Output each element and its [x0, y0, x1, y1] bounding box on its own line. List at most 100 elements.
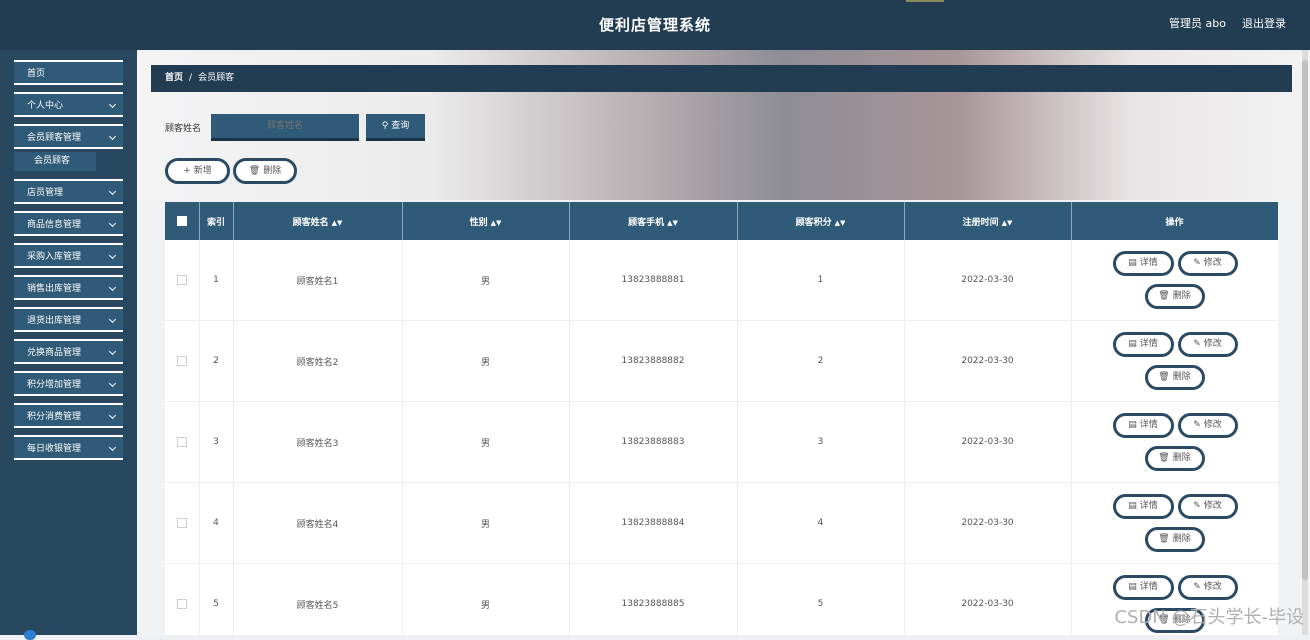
- edit-button[interactable]: ✎ 修改: [1177, 332, 1238, 357]
- detail-button-label: 详情: [1139, 582, 1158, 592]
- edit-button[interactable]: ✎ 修改: [1177, 494, 1238, 519]
- sort-icon[interactable]: ▲▼: [491, 219, 502, 227]
- detail-button[interactable]: ▤ 详情: [1112, 575, 1174, 600]
- column-header-label: 注册时间: [962, 217, 999, 228]
- cell-gender: 男: [402, 240, 570, 321]
- column-header-label: 性别: [469, 217, 488, 228]
- delete-button[interactable]: 🗑 删除: [1144, 446, 1205, 471]
- add-button-label: 新增: [193, 166, 212, 176]
- cell-actions: ▤ 详情 ✎ 修改 🗑 删除: [1071, 482, 1278, 564]
- batch-delete-button[interactable]: 🗑 删除: [233, 158, 297, 184]
- table-row: 5 顾客姓名5 男 13823888885 5 2022-03-30 ▤ 详情 ✎…: [165, 563, 1278, 635]
- search-label: 顾客姓名: [165, 124, 202, 134]
- search-input[interactable]: [211, 114, 359, 141]
- logout-link[interactable]: 退出登录: [1242, 0, 1286, 48]
- sidebar-item-exchange-management[interactable]: 兑换商品管理: [14, 339, 123, 364]
- row-select-cell[interactable]: [165, 401, 200, 483]
- search-button[interactable]: ⚲ 查询: [366, 114, 425, 141]
- detail-button[interactable]: ▤ 详情: [1112, 332, 1174, 357]
- sort-icon[interactable]: ▲▼: [835, 219, 846, 227]
- top-header: 便利店管理系统 管理员 abo 退出登录: [0, 0, 1310, 50]
- column-header-phone[interactable]: 顾客手机 ▲▼: [569, 202, 738, 240]
- sidebar-indicator-dot: [24, 630, 36, 640]
- row-select-cell[interactable]: [165, 563, 200, 635]
- trash-icon: 🗑: [1158, 291, 1170, 301]
- sidebar-item-clerk-management[interactable]: 店员管理: [14, 179, 123, 204]
- row-checkbox[interactable]: [176, 274, 187, 285]
- row-checkbox[interactable]: [176, 355, 187, 366]
- cell-name: 顾客姓名1: [233, 240, 403, 321]
- cell-phone: 13823888881: [569, 240, 738, 321]
- edit-button[interactable]: ✎ 修改: [1177, 413, 1238, 438]
- sidebar-subitem-member-customer[interactable]: 会员顾客: [14, 152, 96, 171]
- sidebar-item-return-management[interactable]: 退货出库管理: [14, 307, 123, 332]
- delete-button[interactable]: 🗑 删除: [1144, 284, 1205, 309]
- chevron-down-icon: [108, 347, 117, 356]
- delete-button-label: 删除: [1172, 453, 1191, 463]
- sidebar-item-label: 销售出库管理: [27, 284, 82, 294]
- select-all-cell[interactable]: [165, 202, 200, 240]
- breadcrumb-home[interactable]: 首页: [165, 73, 183, 83]
- delete-button[interactable]: 🗑 删除: [1144, 527, 1205, 552]
- table-row: 4 顾客姓名4 男 13823888884 4 2022-03-30 ▤ 详情 ✎…: [165, 482, 1278, 564]
- sidebar-item-personal-center[interactable]: 个人中心: [14, 92, 123, 117]
- column-header-label: 索引: [206, 217, 225, 228]
- delete-button-label: 删除: [1172, 291, 1191, 301]
- sidebar-item-label: 积分增加管理: [27, 380, 82, 390]
- scrollbar-thumb[interactable]: [1302, 60, 1308, 580]
- cell-name: 顾客姓名3: [233, 401, 403, 483]
- detail-button[interactable]: ▤ 详情: [1112, 494, 1174, 519]
- sidebar-item-points-spend-management[interactable]: 积分消费管理: [14, 403, 123, 428]
- select-all-checkbox[interactable]: [176, 215, 187, 226]
- column-header-date[interactable]: 注册时间 ▲▼: [904, 202, 1072, 240]
- detail-button[interactable]: ▤ 详情: [1112, 251, 1174, 276]
- sidebar: 首页 个人中心 会员顾客管理 会员顾客 店员管理 商品信息管理 采购入库管理 销…: [0, 50, 137, 640]
- detail-button[interactable]: ▤ 详情: [1112, 413, 1174, 438]
- delete-button[interactable]: 🗑 删除: [1144, 365, 1205, 390]
- chevron-down-icon: [108, 100, 117, 109]
- cell-points: 1: [737, 240, 905, 321]
- sidebar-item-product-management[interactable]: 商品信息管理: [14, 211, 123, 236]
- row-select-cell[interactable]: [165, 482, 200, 564]
- edit-button[interactable]: ✎ 修改: [1177, 251, 1238, 276]
- chevron-down-icon: [108, 251, 117, 260]
- detail-button-label: 详情: [1139, 339, 1158, 349]
- cell-name: 顾客姓名2: [233, 320, 403, 402]
- table-row: 3 顾客姓名3 男 13823888883 3 2022-03-30 ▤ 详情 ✎…: [165, 401, 1278, 483]
- pencil-icon: ✎: [1193, 582, 1201, 592]
- column-header-actions: 操作: [1071, 202, 1278, 240]
- row-select-cell[interactable]: [165, 240, 200, 321]
- edit-button[interactable]: ✎ 修改: [1177, 575, 1238, 600]
- cell-points: 4: [737, 482, 905, 564]
- breadcrumb: 首页 / 会员顾客: [151, 65, 1292, 92]
- sort-icon[interactable]: ▲▼: [1002, 219, 1013, 227]
- sidebar-item-purchase-management[interactable]: 采购入库管理: [14, 243, 123, 268]
- row-checkbox[interactable]: [176, 517, 187, 528]
- sort-icon[interactable]: ▲▼: [667, 219, 678, 227]
- row-select-cell[interactable]: [165, 320, 200, 402]
- column-header-points[interactable]: 顾客积分 ▲▼: [737, 202, 905, 240]
- sidebar-item-member-customer-management[interactable]: 会员顾客管理: [14, 124, 123, 149]
- edit-button-label: 修改: [1203, 420, 1222, 430]
- breadcrumb-separator: /: [189, 73, 193, 83]
- delete-button-label: 删除: [1172, 534, 1191, 544]
- detail-button-label: 详情: [1139, 501, 1158, 511]
- add-button[interactable]: + 新增: [165, 158, 230, 184]
- sort-icon[interactable]: ▲▼: [332, 219, 343, 227]
- row-checkbox[interactable]: [176, 598, 187, 609]
- cell-date: 2022-03-30: [904, 240, 1072, 321]
- row-checkbox[interactable]: [176, 436, 187, 447]
- sidebar-item-daily-cash-management[interactable]: 每日收银管理: [14, 435, 123, 460]
- breadcrumb-current: 会员顾客: [198, 73, 235, 83]
- cell-gender: 男: [402, 320, 570, 402]
- sidebar-item-home[interactable]: 首页: [14, 60, 123, 85]
- cell-points: 2: [737, 320, 905, 402]
- edit-button-label: 修改: [1203, 339, 1222, 349]
- column-header-gender[interactable]: 性别 ▲▼: [402, 202, 570, 240]
- sidebar-item-points-add-management[interactable]: 积分增加管理: [14, 371, 123, 396]
- delete-button-label: 删除: [1172, 372, 1191, 382]
- sidebar-item-sales-management[interactable]: 销售出库管理: [14, 275, 123, 300]
- edit-button-label: 修改: [1203, 501, 1222, 511]
- cell-gender: 男: [402, 563, 570, 635]
- column-header-name[interactable]: 顾客姓名 ▲▼: [233, 202, 403, 240]
